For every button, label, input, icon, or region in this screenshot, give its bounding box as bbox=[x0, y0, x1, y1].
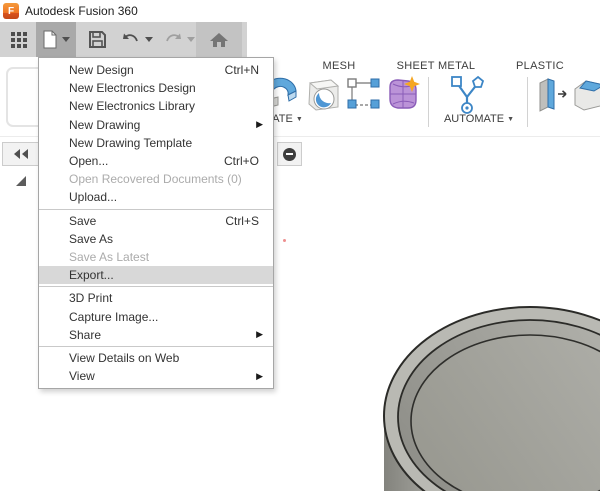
menu-item-save[interactable]: Save Ctrl+S bbox=[39, 212, 273, 230]
save-button[interactable] bbox=[80, 22, 114, 57]
menu-item-save-as[interactable]: Save As bbox=[39, 230, 273, 248]
plastic-boss-icon[interactable] bbox=[572, 77, 600, 118]
insert-mesh-icon[interactable] bbox=[305, 75, 342, 118]
plastic-wall-icon[interactable] bbox=[536, 77, 569, 118]
menu-item-label: Save bbox=[69, 214, 225, 228]
file-menu-button[interactable] bbox=[36, 22, 76, 57]
plastic-boss-glyph-icon bbox=[572, 77, 600, 113]
app-grid-button[interactable] bbox=[4, 22, 34, 57]
menu-item-shortcut: Ctrl+S bbox=[225, 214, 259, 228]
undo-icon bbox=[121, 32, 141, 48]
collapse-tab-button[interactable] bbox=[277, 142, 302, 166]
menu-item-label: New Drawing bbox=[69, 118, 256, 132]
cylinder-model[interactable] bbox=[340, 300, 600, 491]
menu-item-label: Save As Latest bbox=[69, 250, 259, 264]
menu-item-upload[interactable]: Upload... bbox=[39, 188, 273, 206]
menu-item-label: 3D Print bbox=[69, 291, 259, 305]
redo-button[interactable] bbox=[158, 22, 200, 57]
mesh-sphere-icon[interactable] bbox=[384, 75, 422, 118]
menu-separator bbox=[39, 346, 273, 347]
tab-mesh[interactable]: MESH bbox=[318, 60, 360, 72]
fusion-360-window: F Autodesk Fusion 360 bbox=[0, 0, 600, 491]
menu-item-label: Export... bbox=[69, 268, 259, 282]
menu-item-save-as-latest: Save As Latest bbox=[39, 248, 273, 266]
submenu-arrow-icon: ▶ bbox=[256, 371, 263, 382]
ribbon-separator bbox=[428, 77, 429, 127]
file-menu-caret-icon bbox=[62, 37, 70, 42]
menu-item-new-drawing[interactable]: New Drawing ▶ bbox=[39, 116, 273, 134]
automate-dropdown-arrow-icon: ▼ bbox=[507, 116, 514, 123]
menu-item-open-recovered-documents: Open Recovered Documents (0) bbox=[39, 170, 273, 188]
menu-item-open[interactable]: Open... Ctrl+O bbox=[39, 152, 273, 170]
menu-item-new-electronics-design[interactable]: New Electronics Design bbox=[39, 79, 273, 97]
menu-item-share[interactable]: Share ▶ bbox=[39, 326, 273, 344]
fusion-logo-icon: F bbox=[3, 3, 19, 19]
tab-sheet-metal[interactable]: SHEET METAL bbox=[396, 60, 476, 72]
mesh-sphere-glyph-icon bbox=[384, 75, 422, 113]
menu-item-label: New Drawing Template bbox=[69, 136, 259, 150]
home-icon bbox=[209, 31, 229, 49]
menu-item-label: New Electronics Design bbox=[69, 81, 259, 95]
menu-item-label: Capture Image... bbox=[69, 310, 259, 324]
menu-item-label: New Design bbox=[69, 63, 225, 77]
menu-item-label: Open... bbox=[69, 154, 224, 168]
edit-mesh-icon[interactable] bbox=[347, 78, 380, 115]
window-title: Autodesk Fusion 360 bbox=[25, 4, 138, 18]
redo-icon bbox=[163, 32, 183, 48]
quick-access-toolbar bbox=[0, 22, 247, 57]
redo-caret-icon bbox=[187, 37, 195, 42]
menu-item-label: Upload... bbox=[69, 190, 259, 204]
new-file-icon bbox=[42, 30, 58, 49]
undo-button[interactable] bbox=[116, 22, 158, 57]
menu-item-label: View Details on Web bbox=[69, 351, 259, 365]
menu-item-3d-print[interactable]: 3D Print bbox=[39, 289, 273, 307]
marker-dot bbox=[283, 239, 286, 242]
menu-item-label: View bbox=[69, 369, 256, 383]
double-left-arrow-icon bbox=[13, 149, 29, 159]
home-button[interactable] bbox=[196, 22, 242, 57]
title-bar: F Autodesk Fusion 360 bbox=[0, 0, 600, 22]
create-dropdown-arrow-icon: ▼ bbox=[296, 116, 303, 123]
browser-expand-triangle-icon[interactable] bbox=[16, 176, 26, 186]
submenu-arrow-icon: ▶ bbox=[256, 329, 263, 340]
menu-item-shortcut: Ctrl+O bbox=[224, 154, 259, 168]
waffle-menu-icon bbox=[10, 31, 28, 49]
insert-mesh-glyph-icon bbox=[305, 75, 342, 113]
plastic-wall-glyph-icon bbox=[536, 77, 569, 113]
menu-item-shortcut: Ctrl+N bbox=[225, 63, 259, 77]
menu-item-new-design[interactable]: New Design Ctrl+N bbox=[39, 61, 273, 79]
menu-item-new-drawing-template[interactable]: New Drawing Template bbox=[39, 134, 273, 152]
undo-caret-icon bbox=[145, 37, 153, 42]
menu-item-label: New Electronics Library bbox=[69, 99, 259, 113]
tab-plastic[interactable]: PLASTIC bbox=[512, 60, 568, 72]
menu-separator bbox=[39, 209, 273, 210]
menu-item-new-electronics-library[interactable]: New Electronics Library bbox=[39, 97, 273, 115]
submenu-arrow-icon: ▶ bbox=[256, 119, 263, 130]
minus-circle-icon bbox=[283, 148, 296, 161]
menu-item-view[interactable]: View ▶ bbox=[39, 367, 273, 385]
ribbon-separator bbox=[527, 77, 528, 127]
file-dropdown-menu: New Design Ctrl+N New Electronics Design… bbox=[38, 57, 274, 389]
automate-label-text: AUTOMATE bbox=[444, 113, 504, 125]
menu-item-label: Share bbox=[69, 328, 256, 342]
menu-item-capture-image[interactable]: Capture Image... bbox=[39, 307, 273, 325]
scroll-tabs-left-button[interactable] bbox=[2, 142, 39, 166]
automate-dropdown-label[interactable]: AUTOMATE▼ bbox=[440, 113, 518, 125]
automate-glyph-icon bbox=[447, 75, 487, 115]
edit-mesh-glyph-icon bbox=[347, 78, 380, 110]
menu-item-export[interactable]: Export... bbox=[39, 266, 273, 284]
menu-item-view-details-on-web[interactable]: View Details on Web bbox=[39, 349, 273, 367]
menu-item-label: Open Recovered Documents (0) bbox=[69, 172, 259, 186]
menu-item-label: Save As bbox=[69, 232, 259, 246]
save-icon bbox=[89, 31, 106, 48]
menu-separator bbox=[39, 286, 273, 287]
